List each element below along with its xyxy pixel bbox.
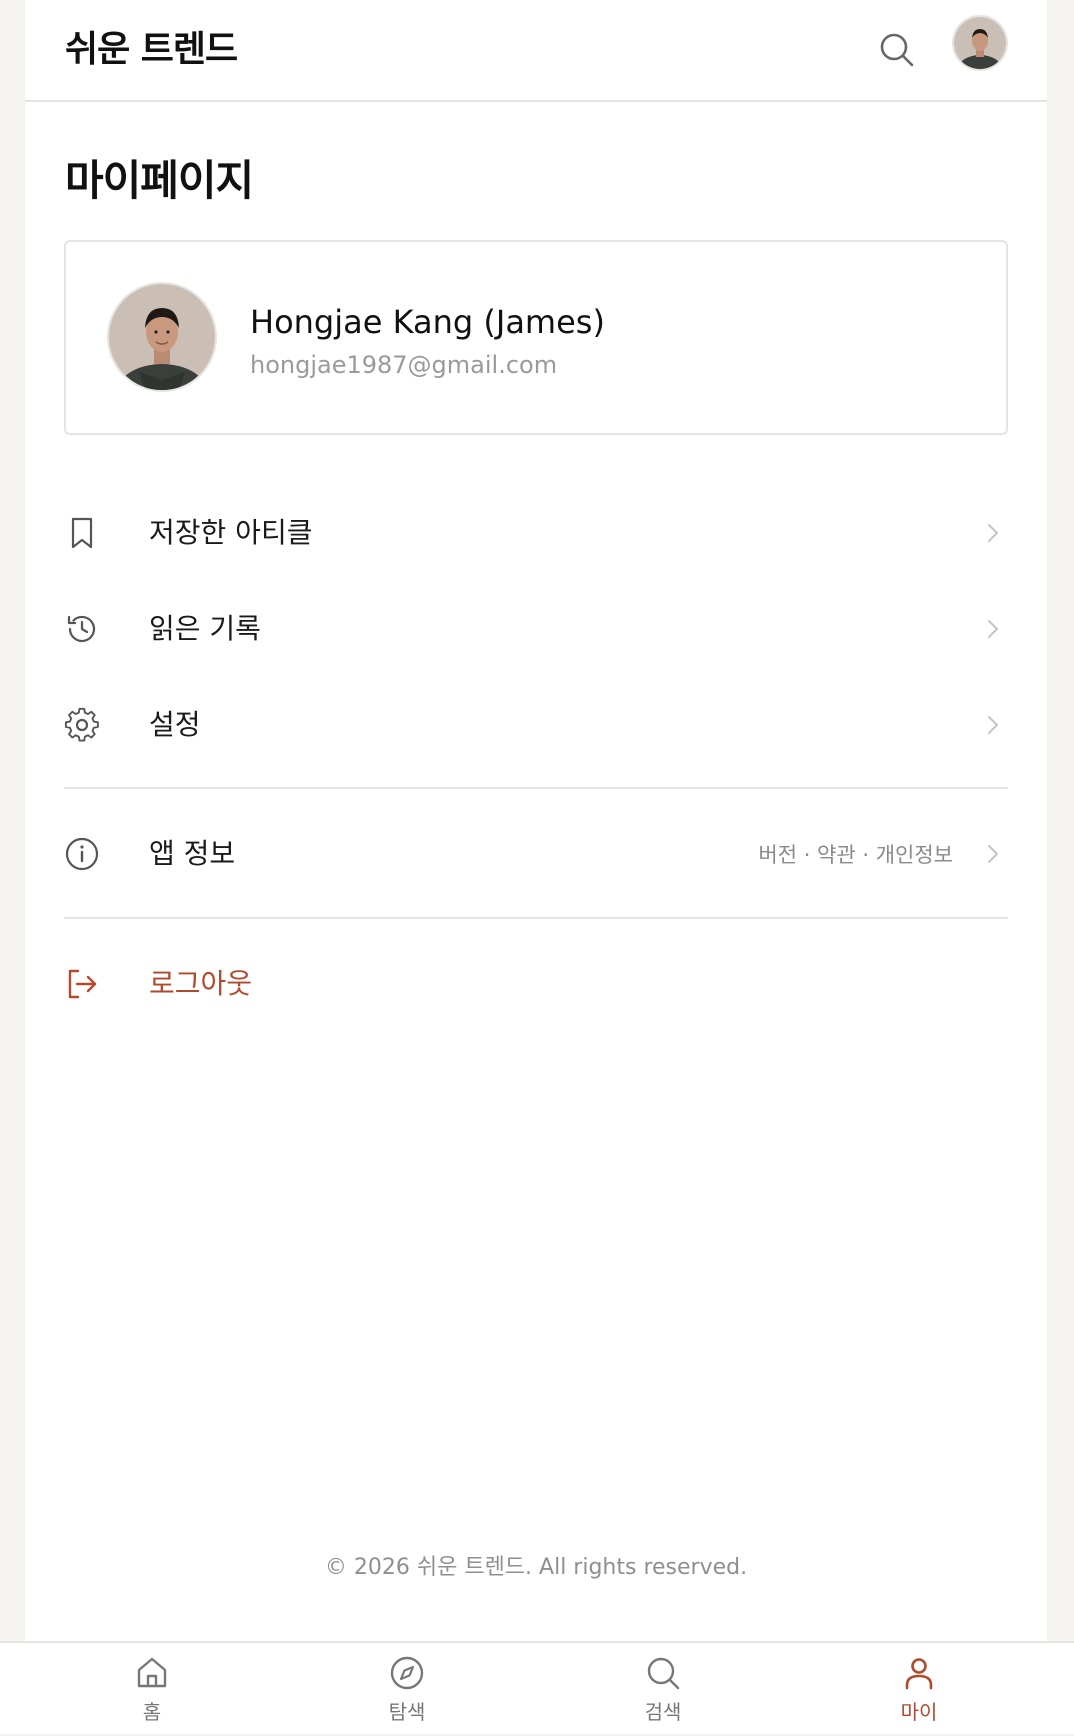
compass-icon	[389, 1655, 425, 1691]
divider	[64, 917, 1008, 919]
top-header: 쉬운 트렌드	[25, 0, 1047, 102]
brand-logo[interactable]: 쉬운 트렌드	[65, 26, 238, 74]
menu-item-app-info[interactable]: 앱 정보 버전 · 약관 · 개인정보	[64, 819, 1008, 889]
menu-item-label: 앱 정보	[149, 837, 236, 870]
header-avatar[interactable]	[952, 15, 1008, 71]
nav-item-home[interactable]: 홈	[92, 1643, 212, 1736]
chevron-right-icon	[982, 714, 1004, 736]
logout-icon	[64, 966, 100, 1002]
menu-item-saved-articles[interactable]: 저장한 아티클	[64, 498, 1008, 568]
menu-item-label: 읽은 기록	[149, 612, 261, 645]
bottom-nav: 홈 탐색 검색 마이	[0, 1641, 1074, 1734]
divider	[64, 787, 1008, 789]
menu-item-label: 설정	[149, 708, 201, 741]
menu-item-settings[interactable]: 설정	[64, 690, 1008, 760]
menu-item-reading-history[interactable]: 읽은 기록	[64, 594, 1008, 664]
profile-card: Hongjae Kang (James) hongjae1987@gmail.c…	[64, 240, 1008, 435]
menu-item-label: 저장한 아티클	[149, 516, 313, 549]
copyright-text: © 2026 쉬운 트렌드. All rights reserved.	[324, 1555, 748, 1580]
chevron-right-icon	[982, 618, 1004, 640]
nav-label: 탐색	[388, 1700, 426, 1724]
nav-item-search[interactable]: 검색	[603, 1643, 723, 1736]
user-icon	[901, 1655, 937, 1691]
profile-email: hongjae1987@gmail.com	[250, 351, 558, 379]
chevron-right-icon	[982, 522, 1004, 544]
gear-icon	[64, 707, 100, 743]
page-title: 마이페이지	[65, 156, 254, 205]
search-icon[interactable]	[877, 30, 917, 70]
bookmark-icon	[64, 515, 100, 551]
profile-name: Hongjae Kang (James)	[250, 303, 605, 341]
nav-item-explore[interactable]: 탐색	[347, 1643, 467, 1736]
logout-label: 로그아웃	[149, 967, 253, 1000]
history-icon	[64, 611, 100, 647]
profile-avatar	[107, 282, 217, 392]
info-icon	[64, 836, 100, 872]
nav-item-my[interactable]: 마이	[859, 1643, 979, 1736]
chevron-right-icon	[982, 843, 1004, 865]
app-container: 쉬운 트렌드 마이페이지 Hongjae Kang (James) hongja…	[25, 0, 1047, 1734]
nav-label: 홈	[142, 1700, 162, 1724]
home-icon	[134, 1655, 170, 1691]
nav-label: 검색	[644, 1700, 682, 1724]
search-icon	[645, 1655, 681, 1691]
nav-label: 마이	[900, 1700, 938, 1724]
logout-button[interactable]: 로그아웃	[64, 949, 1008, 1019]
app-info-hint: 버전 · 약관 · 개인정보	[758, 843, 953, 867]
